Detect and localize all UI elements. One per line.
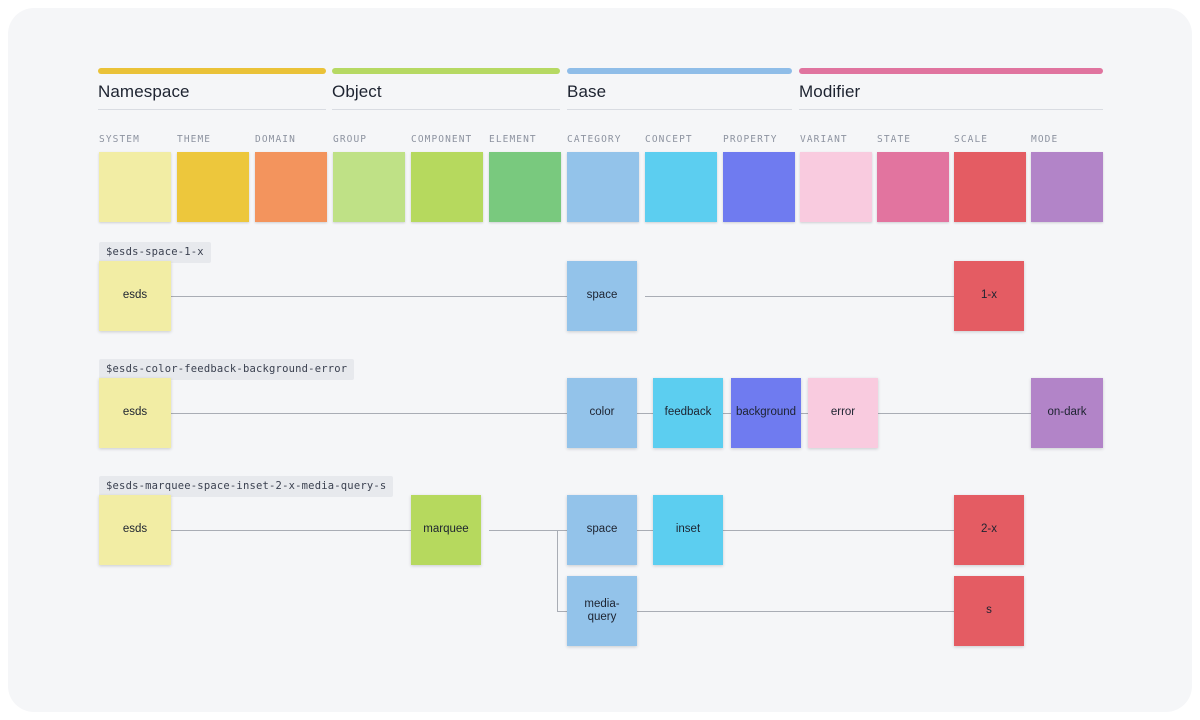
wire-row-2-esds-to-color [171,413,575,415]
node-row-1-esds[interactable]: esds [99,261,171,331]
group-rule-namespace [98,109,326,110]
diagram-card: Namespace Object Base Modifier SYSTEM TH… [8,8,1192,712]
legend-swatch-system [99,152,171,222]
node-row-2-color[interactable]: color [567,378,637,448]
legend-label-system: SYSTEM [99,134,140,145]
token-chip-row-3: $esds-marquee-space-inset-2-x-media-quer… [99,476,394,497]
legend-label-element: ELEMENT [489,134,537,145]
group-rule-object [332,109,560,110]
node-row-3-scale[interactable]: 2-x [954,495,1024,565]
wire-row-1-space-to-scale [645,296,962,298]
group-rule-modifier [799,109,1103,110]
legend-label-concept: CONCEPT [645,134,693,145]
node-row-1-space[interactable]: space [567,261,637,331]
legend-label-group: GROUP [333,134,368,145]
group-bar-modifier [799,68,1103,74]
legend-swatch-scale [954,152,1026,222]
wire-row-3-inset-to-scale [723,530,954,532]
node-row-2-background[interactable]: background [731,378,801,448]
legend-label-category: CATEGORY [567,134,622,145]
group-title-namespace: Namespace [98,82,190,101]
wire-row-3-mediaquery-to-scale [637,611,954,613]
legend-label-domain: DOMAIN [255,134,296,145]
node-row-3-esds[interactable]: esds [99,495,171,565]
legend-swatch-variant [800,152,872,222]
legend-swatch-concept [645,152,717,222]
node-row-2-esds[interactable]: esds [99,378,171,448]
wire-row-3-esds-to-marquee [171,530,411,532]
legend-label-mode: MODE [1031,134,1059,145]
group-rule-base [567,109,792,110]
legend-label-theme: THEME [177,134,212,145]
legend-swatch-group [333,152,405,222]
node-row-2-error[interactable]: error [808,378,878,448]
node-row-1-scale[interactable]: 1-x [954,261,1024,331]
legend-label-scale: SCALE [954,134,989,145]
wire-row-2-error-to-mode [870,413,1031,415]
node-row-2-feedback[interactable]: feedback [653,378,723,448]
wire-row-2-color-to-feedback [637,413,653,415]
node-row-3-media-query[interactable]: media-query [567,576,637,646]
token-anatomy-diagram: Namespace Object Base Modifier SYSTEM TH… [8,8,1192,712]
group-title-base: Base [567,82,607,101]
legend-swatch-state [877,152,949,222]
group-title-object: Object [332,82,382,101]
node-row-2-mode[interactable]: on-dark [1031,378,1103,448]
legend-swatch-element [489,152,561,222]
legend-label-state: STATE [877,134,912,145]
legend-swatch-property [723,152,795,222]
wire-row-1-esds-to-space [171,296,575,298]
legend-label-component: COMPONENT [411,134,473,145]
group-bar-object [332,68,560,74]
group-bar-base [567,68,792,74]
legend-label-variant: VARIANT [800,134,848,145]
legend-swatch-theme [177,152,249,222]
wire-row-3-branch-vertical [557,530,559,612]
token-chip-row-1: $esds-space-1-x [99,242,211,263]
legend-swatch-category [567,152,639,222]
group-bar-namespace [98,68,326,74]
legend-swatch-component [411,152,483,222]
wire-row-3-space-to-inset [637,530,653,532]
node-row-3-marquee[interactable]: marquee [411,495,481,565]
legend-swatch-domain [255,152,327,222]
token-chip-row-2: $esds-color-feedback-background-error [99,359,355,380]
legend-swatch-mode [1031,152,1103,222]
group-title-modifier: Modifier [799,82,861,101]
node-row-3-space[interactable]: space [567,495,637,565]
node-row-3-scale-s[interactable]: s [954,576,1024,646]
legend-label-property: PROPERTY [723,134,778,145]
node-row-3-inset[interactable]: inset [653,495,723,565]
